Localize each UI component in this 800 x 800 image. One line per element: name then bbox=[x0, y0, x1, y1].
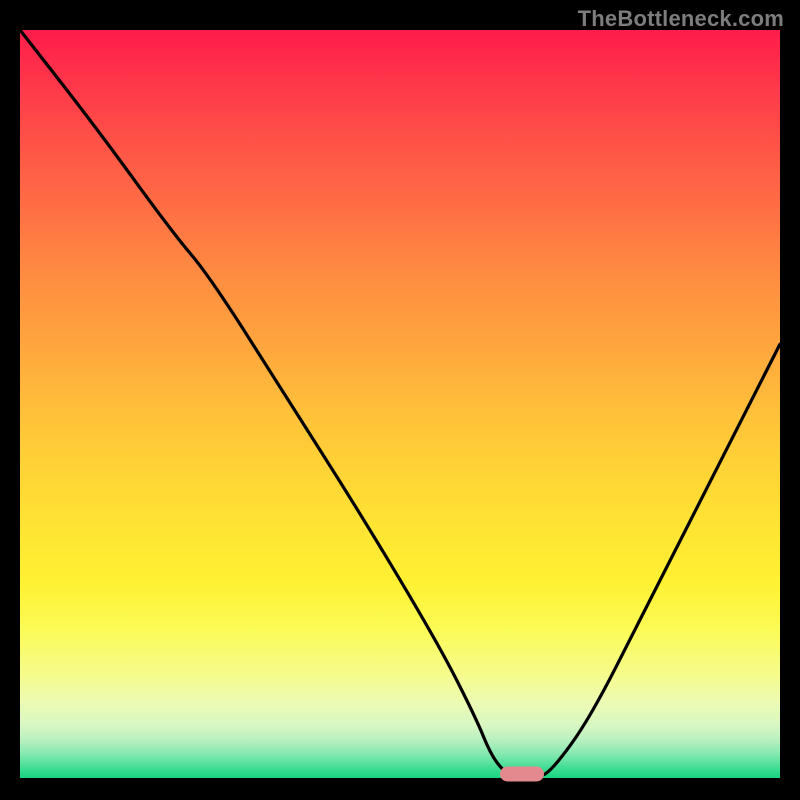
watermark-text: TheBottleneck.com bbox=[578, 6, 784, 32]
bottleneck-curve bbox=[20, 30, 780, 778]
optimal-marker bbox=[500, 767, 544, 782]
plot-area bbox=[20, 30, 780, 778]
chart-frame: TheBottleneck.com bbox=[0, 0, 800, 800]
